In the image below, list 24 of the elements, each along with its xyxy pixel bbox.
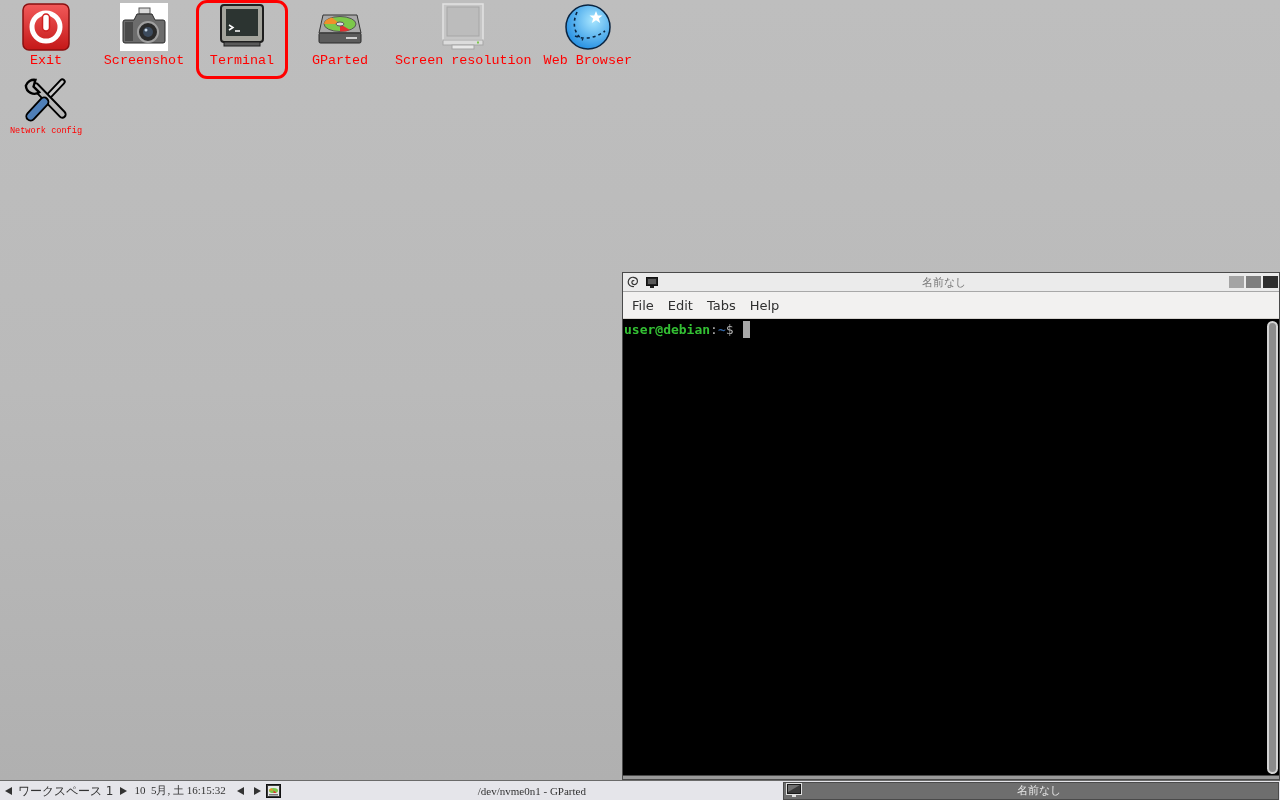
wrench-screwdriver-icon — [23, 76, 69, 122]
globe-icon — [563, 3, 612, 51]
menu-item[interactable]: Help — [742, 295, 787, 315]
window-title: 名前なし — [920, 274, 967, 290]
text-cursor — [742, 321, 750, 338]
monitor-icon — [646, 276, 658, 288]
shell-prompt: user@debian:~$ — [624, 321, 734, 339]
menu-item[interactable]: Edit — [660, 295, 700, 315]
task-button[interactable]: /dev/nvme0n1 - GParted — [283, 781, 780, 800]
caret-left-icon[interactable] — [236, 786, 244, 795]
menu-item[interactable]: File — [625, 295, 661, 315]
task-button[interactable]: 名前なし — [782, 781, 1279, 800]
camera-icon — [120, 3, 168, 51]
scrollbar[interactable] — [1267, 321, 1278, 774]
terminal-screen[interactable]: user@debian:~$ — [623, 319, 1279, 775]
menu-item[interactable]: Tabs — [699, 295, 743, 315]
hard-drive-icon[interactable] — [265, 783, 281, 798]
caret-right-icon[interactable] — [253, 786, 261, 795]
power-icon — [22, 3, 70, 51]
swirl-icon[interactable] — [627, 276, 639, 288]
workspace-label: ワークスペース 1 — [18, 782, 114, 799]
clock: 10 5月, 土 16:15:32 — [134, 783, 226, 798]
caret-left-icon[interactable] — [5, 786, 12, 795]
caret-right-icon[interactable] — [120, 786, 128, 795]
